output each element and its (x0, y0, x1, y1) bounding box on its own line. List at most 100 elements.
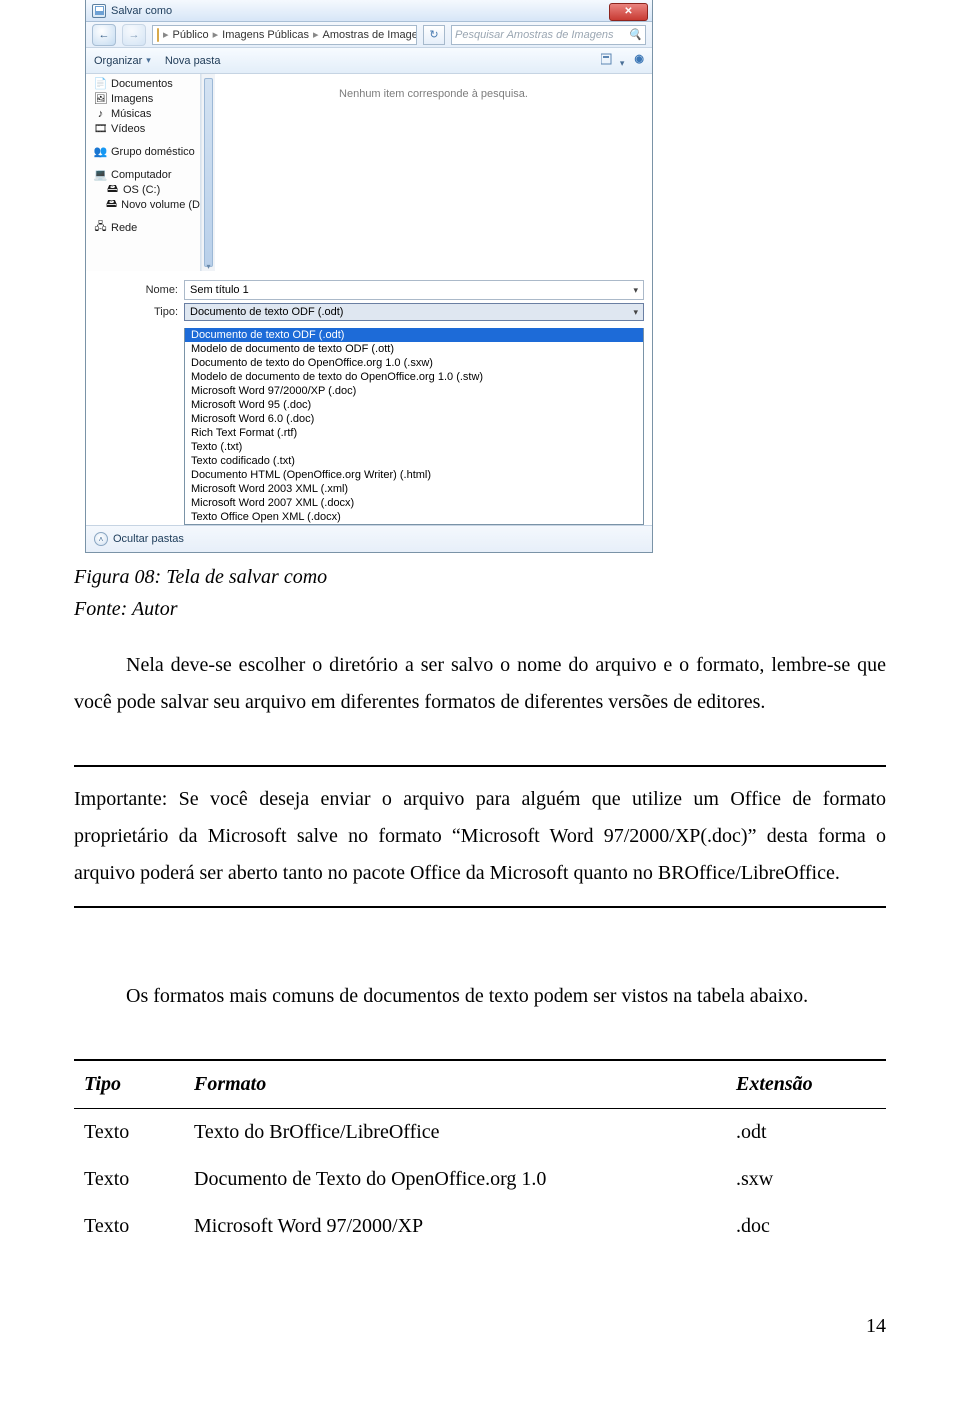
breadcrumb-item[interactable]: Amostras de Imagens (323, 29, 418, 41)
horizontal-rule (74, 765, 886, 767)
scrollbar-thumb[interactable] (204, 78, 213, 267)
refresh-button[interactable]: ↻ (423, 25, 445, 45)
save-as-dialog: Salvar como ✕ ← → ▸ Público ▸ Imagens Pú… (85, 0, 653, 553)
sidebar-item-documents[interactable]: 📄 Documentos (88, 76, 200, 91)
chevron-down-icon: ▾ (633, 307, 638, 318)
filetype-option[interactable]: Microsoft Word 95 (.doc) (185, 398, 643, 412)
drive-icon: 🖴 (106, 198, 117, 211)
arrow-right-icon: → (129, 29, 140, 41)
filetype-option[interactable]: Modelo de documento de texto do OpenOffi… (185, 370, 643, 384)
save-fields: Nome: Sem título 1 ▾ Tipo: Documento de … (86, 271, 652, 328)
hide-folders-label: Ocultar pastas (113, 533, 184, 545)
search-placeholder: Pesquisar Amostras de Imagens (455, 29, 614, 41)
horizontal-rule (74, 906, 886, 908)
sidebar-item-network[interactable]: 🖧 Rede (88, 220, 200, 235)
sidebar-item-label: Grupo doméstico (111, 146, 195, 158)
dialog-body: 📄 Documentos 🖼 Imagens ♪ Músicas 🎞 Vídeo… (86, 74, 652, 271)
chevron-right-icon: ▸ (313, 28, 319, 41)
toolbar-label: Nova pasta (165, 55, 221, 67)
view-icon (601, 52, 617, 66)
back-button[interactable]: ← (92, 24, 116, 46)
filetype-option[interactable]: Microsoft Word 6.0 (.doc) (185, 412, 643, 426)
filetype-dropdown: Documento de texto ODF (.odt) Modelo de … (184, 328, 644, 525)
arrow-left-icon: ← (99, 29, 110, 41)
sidebar-item-label: Músicas (111, 108, 151, 120)
search-input[interactable]: Pesquisar Amostras de Imagens 🔍 (451, 25, 646, 45)
filetype-option[interactable]: Documento de texto ODF (.odt) (185, 328, 643, 342)
table-header-row: Tipo Formato Extensão (74, 1060, 886, 1109)
name-label: Nome: (138, 284, 184, 296)
sidebar-item-label: Novo volume (D: (121, 199, 201, 211)
help-button[interactable]: ◉ (634, 52, 644, 69)
filetype-option[interactable]: Documento de texto do OpenOffice.org 1.0… (185, 356, 643, 370)
paragraph: Importante: Se você deseja enviar o arqu… (74, 781, 886, 892)
refresh-icon: ↻ (429, 28, 438, 41)
documents-icon: 📄 (94, 77, 107, 90)
chevron-down-icon[interactable]: ▾ (633, 285, 638, 296)
file-list-pane: Nenhum item corresponde à pesquisa. (215, 74, 652, 271)
toolbar-label: Organizar (94, 55, 142, 67)
filetype-option[interactable]: Documento HTML (OpenOffice.org Writer) (… (185, 468, 643, 482)
chevron-right-icon: ▸ (213, 28, 219, 41)
filetype-select[interactable]: Documento de texto ODF (.odt) ▾ (184, 303, 644, 321)
table-cell: Texto do BrOffice/LibreOffice (184, 1109, 726, 1157)
page-number: 14 (74, 1308, 886, 1345)
music-icon: ♪ (94, 107, 107, 120)
save-icon (92, 4, 106, 18)
chevron-down-icon: ▾ (146, 55, 151, 66)
table-cell: Texto (74, 1156, 184, 1203)
forward-button[interactable]: → (122, 24, 146, 46)
network-icon: 🖧 (94, 221, 107, 234)
table-cell: .odt (726, 1109, 886, 1157)
filetype-option[interactable]: Microsoft Word 97/2000/XP (.doc) (185, 384, 643, 398)
filename-input[interactable]: Sem título 1 ▾ (184, 280, 644, 300)
caption-line: Fonte: Autor (74, 593, 886, 625)
sidebar-item-videos[interactable]: 🎞 Vídeos (88, 121, 200, 136)
new-folder-button[interactable]: Nova pasta (165, 55, 221, 67)
sidebar-item-label: Rede (111, 222, 137, 234)
filetype-option[interactable]: Microsoft Word 2003 XML (.xml) (185, 482, 643, 496)
table-cell: Microsoft Word 97/2000/XP (184, 1203, 726, 1250)
sidebar-item-label: Computador (111, 169, 172, 181)
sidebar-item-label: Vídeos (111, 123, 145, 135)
table-header: Tipo (74, 1060, 184, 1109)
sidebar-item-music[interactable]: ♪ Músicas (88, 106, 200, 121)
table-row: Texto Microsoft Word 97/2000/XP .doc (74, 1203, 886, 1250)
table-header: Extensão (726, 1060, 886, 1109)
table-cell: .doc (726, 1203, 886, 1250)
chevron-down-icon: ▾ (620, 58, 625, 68)
filetype-option[interactable]: Rich Text Format (.rtf) (185, 426, 643, 440)
filetype-value: Documento de texto ODF (.odt) (190, 306, 343, 318)
search-icon: 🔍 (628, 28, 642, 41)
filetype-option[interactable]: Texto codificado (.txt) (185, 454, 643, 468)
view-button[interactable]: ▾ (601, 52, 625, 69)
table-cell: .sxw (726, 1156, 886, 1203)
organize-button[interactable]: Organizar ▾ (94, 55, 151, 67)
sidebar-item-homegroup[interactable]: 👥 Grupo doméstico (88, 144, 200, 159)
filetype-option[interactable]: Microsoft Word 2007 XML (.docx) (185, 496, 643, 510)
filetype-option[interactable]: Texto (.txt) (185, 440, 643, 454)
chevron-up-icon: ˄ (94, 532, 108, 546)
sidebar-item-images[interactable]: 🖼 Imagens (88, 91, 200, 106)
figure-caption: Figura 08: Tela de salvar como Fonte: Au… (74, 561, 886, 625)
sidebar-item-drive-d[interactable]: 🖴 Novo volume (D: (88, 197, 200, 212)
dialog-footer: ˄ Ocultar pastas (86, 525, 652, 552)
pictures-icon: 🖼 (94, 92, 107, 105)
homegroup-icon: 👥 (94, 145, 107, 158)
hide-folders-button[interactable]: ˄ Ocultar pastas (94, 532, 184, 546)
sidebar-item-drive-c[interactable]: 🖴 OS (C:) (88, 182, 200, 197)
breadcrumb[interactable]: ▸ Público ▸ Imagens Públicas ▸ Amostras … (152, 25, 417, 45)
filename-value: Sem título 1 (190, 284, 249, 296)
folder-icon (157, 28, 159, 42)
table-row: Texto Texto do BrOffice/LibreOffice .odt (74, 1109, 886, 1157)
sidebar-scrollbar[interactable]: ▴ ▾ (201, 74, 215, 271)
breadcrumb-item[interactable]: Imagens Públicas (222, 29, 309, 41)
address-bar: ← → ▸ Público ▸ Imagens Públicas ▸ Amost… (86, 22, 652, 48)
titlebar: Salvar como ✕ (86, 0, 652, 22)
dialog-title: Salvar como (111, 5, 172, 17)
breadcrumb-item[interactable]: Público (173, 29, 209, 41)
filetype-option[interactable]: Modelo de documento de texto ODF (.ott) (185, 342, 643, 356)
sidebar-item-computer[interactable]: 💻 Computador (88, 167, 200, 182)
filetype-option[interactable]: Texto Office Open XML (.docx) (185, 510, 643, 524)
close-button[interactable]: ✕ (609, 3, 648, 21)
